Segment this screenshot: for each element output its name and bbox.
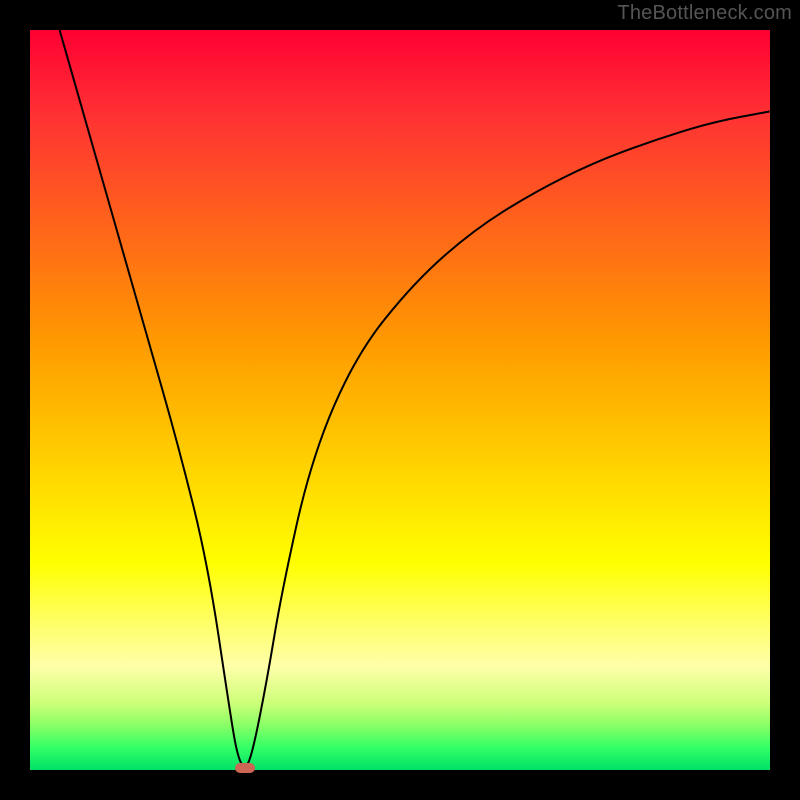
plot-area <box>30 30 770 770</box>
curve-path <box>60 30 770 766</box>
chart-container: TheBottleneck.com <box>0 0 800 800</box>
bottleneck-curve <box>30 30 770 770</box>
minimum-marker <box>235 763 255 773</box>
watermark-text: TheBottleneck.com <box>617 2 792 25</box>
